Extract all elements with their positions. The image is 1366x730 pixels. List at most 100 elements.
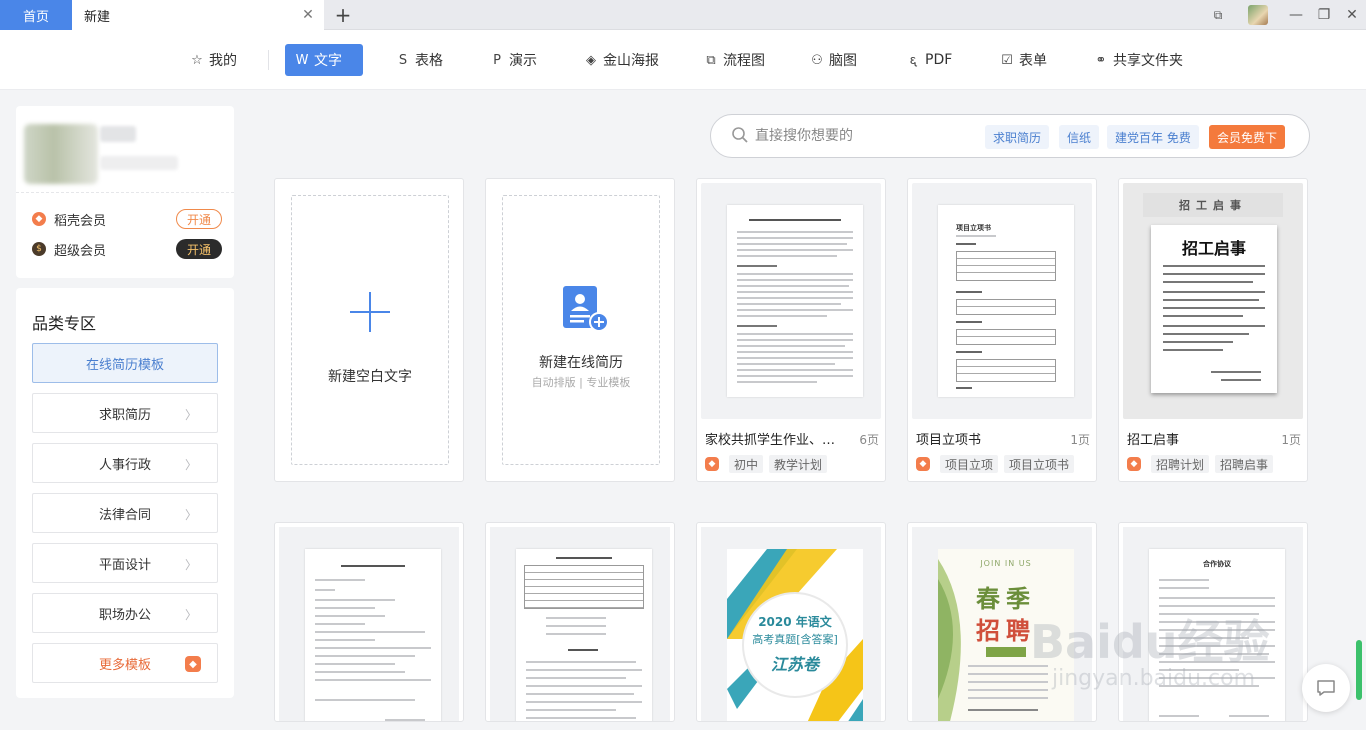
- nav-item-form[interactable]: ☑ 表单: [990, 44, 1057, 76]
- nav-label: PDF: [925, 52, 953, 68]
- template-card[interactable]: 招工启事 招工启事 招工启事 1页 ◆ 招聘计划 招聘启事: [1118, 178, 1308, 482]
- super-vip-icon: $: [32, 242, 46, 256]
- category-label: 求职简历: [98, 407, 151, 423]
- poster-paper: 招工启事: [1151, 225, 1277, 393]
- nav-label: 表单: [1019, 53, 1047, 69]
- template-thumbnail: [701, 183, 881, 419]
- template-card[interactable]: [274, 522, 464, 722]
- chevron-right-icon: 〉: [184, 608, 197, 622]
- user-name-blurred: [100, 126, 136, 142]
- open-docer-vip-button[interactable]: 开通: [176, 209, 222, 229]
- window-close-icon[interactable]: ✕: [1340, 4, 1364, 26]
- template-card[interactable]: 2020 年语文 高考真题[含答案] 江苏卷: [696, 522, 886, 722]
- template-thumbnail: 项目立项书: [912, 183, 1092, 419]
- category-legal-contract[interactable]: 法律合同 〉: [32, 493, 218, 533]
- template-card[interactable]: 家校共抓学生作业、手... 6页 ◆ 初中 教学计划: [696, 178, 886, 482]
- restore-icon[interactable]: ❐: [1312, 4, 1336, 26]
- exam-year: 2020 年语文: [758, 615, 832, 629]
- tab-new-label: 新建: [84, 9, 111, 25]
- docer-icon: ◆: [705, 457, 719, 471]
- category-hr-admin[interactable]: 人事行政 〉: [32, 443, 218, 483]
- nav-label: 金山海报: [603, 53, 659, 69]
- search-tag-vip-free[interactable]: 会员免费下: [1209, 125, 1286, 149]
- poster-icon: ◈: [586, 52, 596, 68]
- document-preview: 项目立项书: [938, 205, 1074, 397]
- resume-icon: [563, 286, 609, 332]
- template-tag[interactable]: 教学计划: [769, 455, 828, 473]
- template-title: 项目立项书: [916, 433, 982, 448]
- open-super-vip-button[interactable]: 开通: [176, 239, 222, 259]
- scrollbar-thumb[interactable]: [1356, 640, 1362, 700]
- category-office[interactable]: 职场办公 〉: [32, 593, 218, 633]
- search-input[interactable]: [755, 123, 975, 149]
- document-preview: [305, 549, 441, 721]
- template-thumbnail: [279, 527, 459, 721]
- watermark-sub: jingyan.baidu.com: [1052, 666, 1256, 691]
- project-doc-title: 项目立项书: [956, 224, 991, 232]
- new-blank-document-card[interactable]: 新建空白文字: [274, 178, 464, 482]
- new-blank-label: 新建空白文字: [328, 369, 412, 385]
- template-tags: ◆ 项目立项 项目立项书: [916, 455, 1075, 473]
- category-graphic-design[interactable]: 平面设计 〉: [32, 543, 218, 583]
- super-vip-row: $ 超级会员 开通: [32, 238, 222, 260]
- new-online-resume-card[interactable]: 新建在线简历 自动排版 | 专业模板: [485, 178, 675, 482]
- nav-label: 共享文件夹: [1113, 53, 1183, 69]
- nav-item-share-folder[interactable]: ⚭ 共享文件夹: [1084, 44, 1193, 76]
- nav-label: 我的: [209, 53, 237, 69]
- writer-icon: W: [295, 52, 309, 68]
- user-card: ◆ 稻壳会员 开通 $ 超级会员 开通: [16, 106, 234, 278]
- template-card[interactable]: 项目立项书 项目立项书 1页 ◆ 项目立项 项目立项书: [907, 178, 1097, 482]
- template-pages: 6页: [859, 433, 879, 447]
- add-tab-icon[interactable]: +: [332, 3, 354, 27]
- divider: [16, 192, 234, 193]
- nav-item-sheet[interactable]: S 表格: [386, 44, 453, 76]
- template-tag[interactable]: 招聘启事: [1215, 455, 1274, 473]
- category-card: 品类专区 在线简历模板 求职简历〉 人事行政〉 法律合同〉 平面设计〉 职场办公…: [16, 288, 234, 698]
- new-resume-sub: 自动排版 | 专业模板: [531, 376, 631, 389]
- tab-new[interactable]: 新建 ✕: [72, 0, 324, 30]
- search-tag-letter[interactable]: 信纸: [1059, 125, 1100, 149]
- template-thumbnail: [490, 527, 670, 721]
- nav-item-mine[interactable]: ☆ 我的: [180, 44, 247, 76]
- template-tag[interactable]: 项目立项书: [1004, 455, 1075, 473]
- feedback-button[interactable]: [1302, 664, 1350, 712]
- minimize-icon[interactable]: —: [1284, 4, 1308, 26]
- nav-label: 脑图: [829, 53, 857, 69]
- chat-icon: [1317, 680, 1335, 696]
- nav-item-writer[interactable]: W 文字: [285, 44, 363, 76]
- avatar[interactable]: [1248, 5, 1268, 25]
- category-more-templates[interactable]: 更多模板 ◆: [32, 643, 218, 683]
- template-thumbnail: 招工启事 招工启事: [1123, 183, 1303, 419]
- layout-icon[interactable]: ⧉: [1206, 4, 1230, 26]
- nav-item-pdf[interactable]: ᶓ PDF: [896, 44, 962, 76]
- template-card[interactable]: [485, 522, 675, 722]
- docer-vip-row: ◆ 稻壳会员 开通: [32, 208, 222, 230]
- docer-vip-icon: ◆: [32, 212, 46, 226]
- template-tags: ◆ 招聘计划 招聘启事: [1127, 455, 1274, 473]
- vip-label: 超级会员: [54, 243, 107, 259]
- form-icon: ☑: [1001, 52, 1013, 68]
- category-online-resume[interactable]: 在线简历模板: [32, 343, 218, 383]
- poster-strip-text: 招工启事: [1143, 193, 1283, 217]
- template-tag[interactable]: 初中: [729, 455, 764, 473]
- watermark: Baidu经验: [1030, 615, 1270, 669]
- template-tag[interactable]: 项目立项: [940, 455, 999, 473]
- search-tag-party[interactable]: 建党百年 免费: [1107, 125, 1199, 149]
- mindmap-icon: ⚇: [811, 52, 823, 68]
- template-tag[interactable]: 招聘计划: [1151, 455, 1210, 473]
- nav-label: 演示: [509, 53, 537, 69]
- share-folder-icon: ⚭: [1095, 52, 1107, 68]
- template-tags: ◆ 初中 教学计划: [705, 455, 828, 473]
- category-title: 品类专区: [32, 314, 97, 333]
- nav-item-mindmap[interactable]: ⚇ 脑图: [800, 44, 867, 76]
- user-avatar[interactable]: [24, 124, 98, 184]
- chevron-right-icon: 〉: [184, 458, 197, 472]
- nav-item-present[interactable]: P 演示: [480, 44, 547, 76]
- category-job-resume[interactable]: 求职简历 〉: [32, 393, 218, 433]
- search-tag-resume[interactable]: 求职简历: [985, 125, 1050, 149]
- tab-home[interactable]: 首页: [0, 0, 72, 30]
- title-bar: 首页 新建 ✕ + ⧉ — ❐ ✕: [0, 0, 1366, 30]
- nav-item-poster[interactable]: ◈ 金山海报: [574, 44, 669, 76]
- close-icon[interactable]: ✕: [300, 7, 316, 23]
- nav-item-flowchart[interactable]: ⧉ 流程图: [694, 44, 775, 76]
